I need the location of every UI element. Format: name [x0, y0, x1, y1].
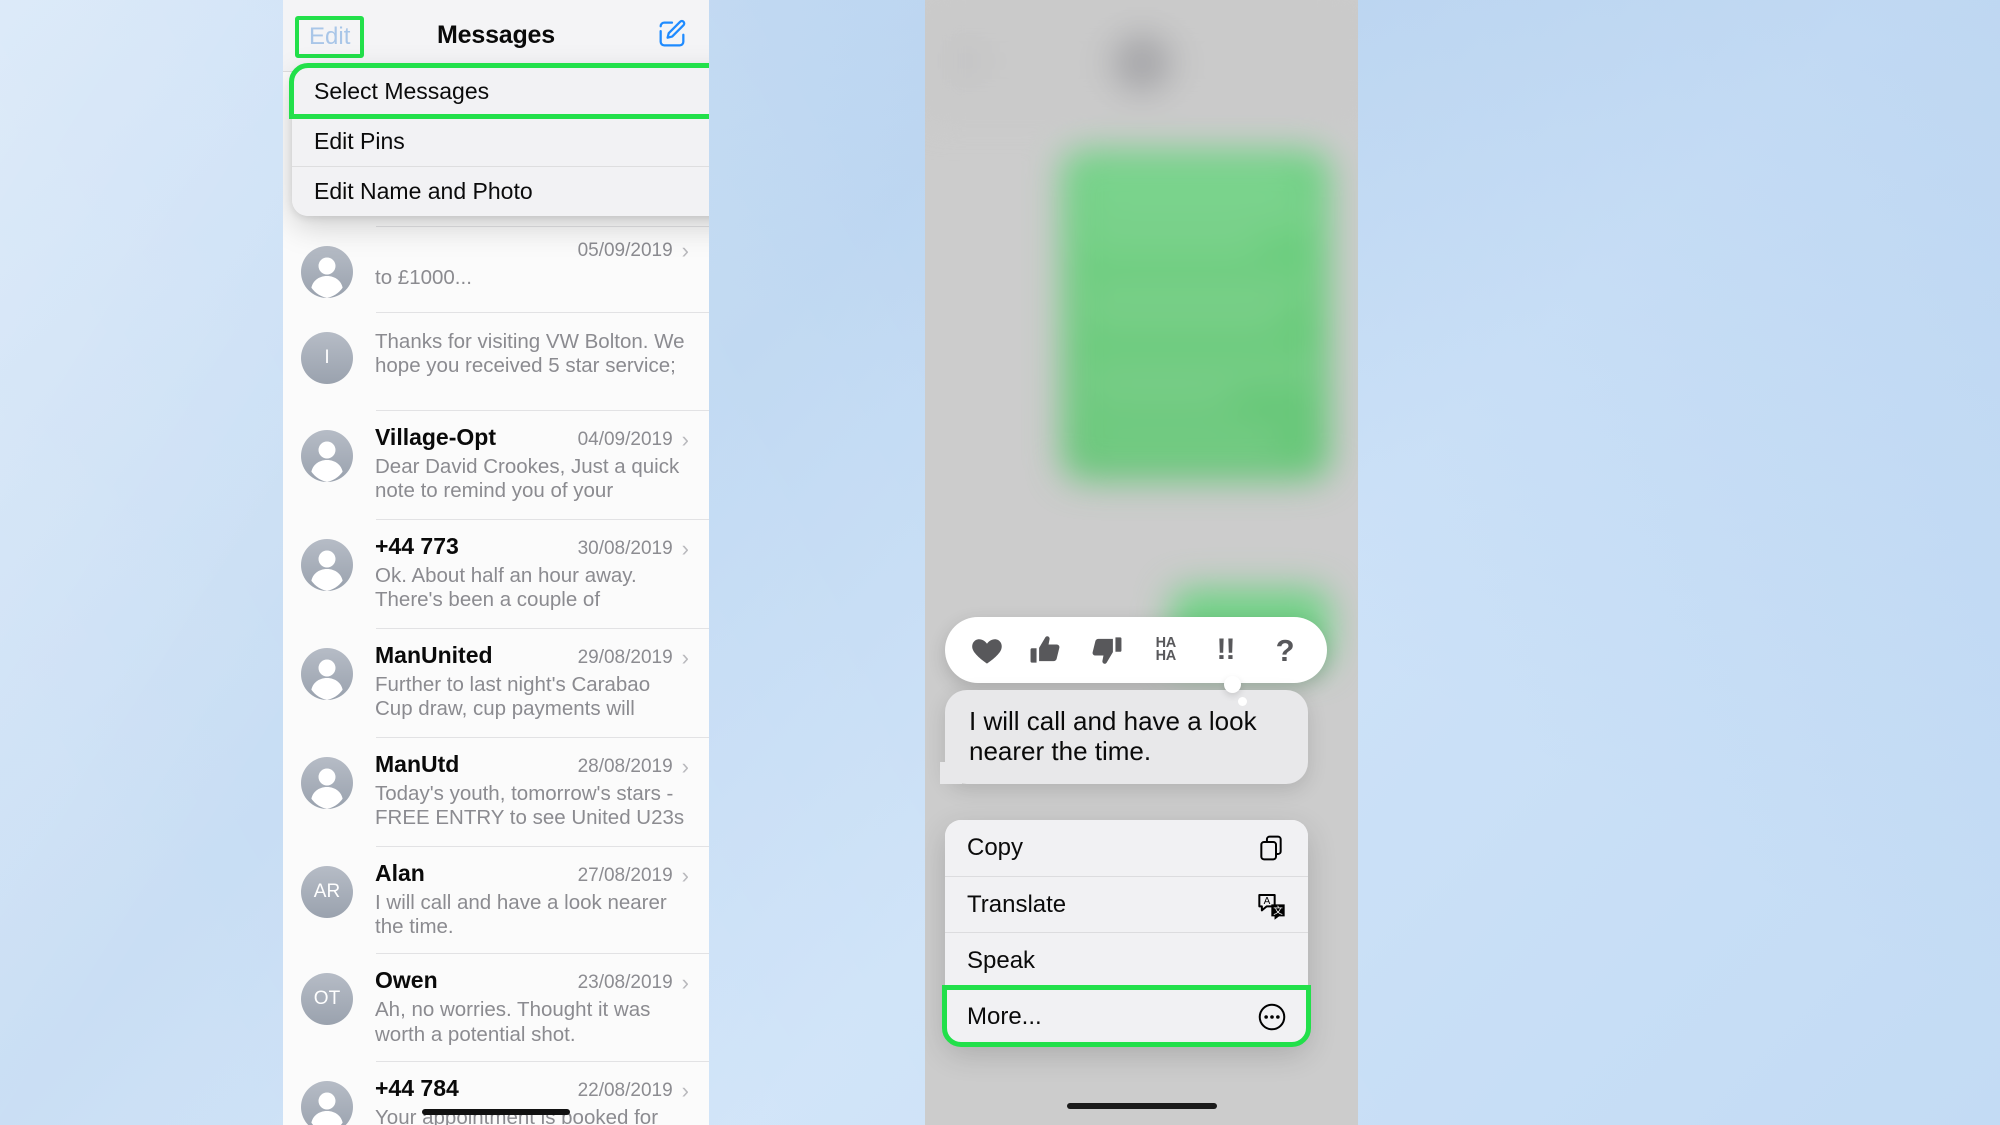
avatar — [301, 430, 353, 482]
menu-item-label: Translate — [967, 890, 1067, 918]
list-item[interactable]: AR Alan 27/08/2019 › I will call and hav… — [283, 846, 709, 953]
haha-reaction-icon[interactable]: HA HA — [1148, 632, 1184, 668]
menu-item-label: More... — [967, 1002, 1042, 1030]
right-phone-screen: HA HA !! ? I will call and have a look n… — [925, 0, 1358, 1125]
chevron-right-icon: › — [681, 970, 689, 996]
menu-item-translate[interactable]: Translate A 文 — [945, 876, 1308, 932]
conversation-date: 27/08/2019 — [577, 865, 673, 886]
tapback-reaction-bar[interactable]: HA HA !! ? — [945, 617, 1327, 683]
conversation-date: 23/08/2019 — [577, 972, 673, 994]
exclamation-glyph: !! — [1216, 633, 1235, 666]
exclamation-reaction-icon[interactable]: !! — [1207, 632, 1243, 668]
chevron-right-icon: › — [681, 427, 689, 452]
chevron-right-icon: › — [681, 536, 689, 561]
conversation-name: Owen — [375, 967, 438, 994]
conversation-name: +44 784 — [375, 1074, 459, 1101]
edit-dropdown-menu[interactable]: Select Messages Edit Pins Edit Name and … — [289, 63, 709, 216]
question-reaction-icon[interactable]: ? — [1267, 632, 1303, 668]
avatar-initials: OT — [313, 988, 341, 1010]
list-item[interactable]: 05/09/2019 › to £1000... — [283, 226, 709, 312]
chevron-right-icon: › — [681, 1077, 689, 1103]
heart-reaction-icon[interactable] — [969, 632, 1005, 668]
thumbs-down-reaction-icon[interactable] — [1088, 632, 1124, 668]
list-item[interactable]: Village-Opt 04/09/2019 › Dear David Croo… — [283, 410, 709, 519]
menu-item-label: Edit Pins — [314, 128, 405, 154]
conversation-name: Alan — [375, 860, 425, 886]
haha-line-2: HA — [1155, 648, 1177, 664]
home-indicator — [422, 1109, 570, 1115]
list-item[interactable]: OT Owen 23/08/2019 › Ah, no worries. Tho… — [283, 953, 709, 1060]
reaction-bar-tail-small — [1238, 697, 1247, 706]
conversation-name: +44 773 — [375, 533, 459, 559]
menu-item-select-messages[interactable]: Select Messages — [289, 63, 709, 119]
list-item[interactable]: I Thanks for visiting VW Bolton. We hope… — [283, 312, 709, 410]
conversation-preview: Ah, no worries. Thought it was worth a p… — [375, 998, 651, 1046]
chevron-right-icon: › — [681, 645, 689, 670]
question-glyph: ? — [1275, 632, 1295, 668]
conversation-preview: Thanks for visiting VW Bolton. We hope y… — [375, 330, 685, 380]
conversation-name: ManUtd — [375, 751, 460, 777]
ellipsis-circle-icon — [1256, 1001, 1288, 1033]
chevron-right-icon: › — [681, 863, 689, 888]
list-item[interactable]: +44 784 22/08/2019 › Your appointment is… — [283, 1060, 709, 1125]
conversation-name: ManUnited — [375, 642, 493, 668]
copy-icon — [1256, 832, 1288, 864]
menu-item-edit-name-and-photo[interactable]: Edit Name and Photo — [292, 166, 709, 216]
speak-icon-placeholder — [1256, 945, 1288, 977]
left-phone-screen: Edit Messages › close on 30... — [283, 0, 709, 1125]
menu-item-copy[interactable]: Copy — [945, 820, 1308, 876]
avatar — [301, 246, 353, 298]
menu-item-edit-pins[interactable]: Edit Pins — [292, 116, 709, 166]
svg-text:文: 文 — [1273, 904, 1283, 916]
avatar — [301, 757, 353, 809]
avatar — [301, 1080, 353, 1125]
conversation-name: Village-Opt — [375, 424, 496, 450]
avatar-initials: I — [324, 347, 330, 368]
reaction-bar-tail-large — [1224, 676, 1241, 693]
home-indicator — [1066, 1103, 1217, 1109]
thumbs-up-reaction-icon[interactable] — [1028, 632, 1064, 668]
menu-item-label: Copy — [967, 834, 1024, 861]
menu-item-more[interactable]: More... — [942, 985, 1311, 1047]
conversation-list[interactable]: › close on 30... 07/09/2019 › 4 Your — [283, 72, 709, 1125]
focused-message-bubble[interactable]: I will call and have a look nearer the t… — [940, 690, 1308, 785]
svg-text:A: A — [1264, 896, 1271, 907]
conversation-date: 30/08/2019 — [577, 538, 673, 559]
translate-icon: A 文 — [1256, 889, 1288, 921]
conversation-date: 29/08/2019 — [577, 647, 673, 668]
conversation-preview: Ok. About half an hour away. There's bee… — [375, 564, 637, 614]
messages-nav-bar: Edit Messages — [283, 0, 709, 72]
avatar: I — [301, 332, 353, 384]
chevron-right-icon: › — [681, 754, 689, 779]
message-context-menu[interactable]: Copy Translate A 文 Speak More... — [942, 820, 1311, 1047]
list-item[interactable]: ManUtd 28/08/2019 › Today's youth, tomor… — [283, 737, 709, 846]
avatar: OT — [301, 973, 353, 1026]
page-title: Messages — [437, 21, 555, 49]
conversation-preview: to £1000... — [375, 266, 472, 289]
conversation-preview: Further to last night's Carabao Cup draw… — [375, 673, 651, 723]
menu-item-label: Speak — [967, 946, 1036, 974]
list-item[interactable]: ManUnited 29/08/2019 › Further to last n… — [283, 628, 709, 737]
menu-item-speak[interactable]: Speak — [945, 932, 1308, 988]
conversation-preview: I will call and have a look nearer the t… — [375, 891, 667, 939]
conversation-preview: Today's youth, tomorrow's stars - FREE E… — [375, 782, 685, 832]
avatar: AR — [301, 866, 353, 918]
avatar-initials: AR — [313, 881, 341, 902]
avatar — [301, 539, 353, 591]
conversation-preview: Dear David Crookes, Just a quick note to… — [375, 455, 680, 505]
compose-icon[interactable] — [655, 17, 689, 51]
menu-item-label: Edit Name and Photo — [314, 178, 533, 204]
list-item[interactable]: +44 773 30/08/2019 › Ok. About half an h… — [283, 519, 709, 628]
conversation-date: 22/08/2019 — [577, 1079, 673, 1101]
chevron-right-icon: › — [681, 238, 689, 263]
menu-item-label: Select Messages — [314, 77, 490, 104]
conversation-date: 28/08/2019 — [577, 756, 673, 777]
conversation-date: 04/09/2019 — [577, 429, 673, 450]
conversation-date: 05/09/2019 — [577, 240, 673, 261]
avatar — [301, 648, 353, 700]
